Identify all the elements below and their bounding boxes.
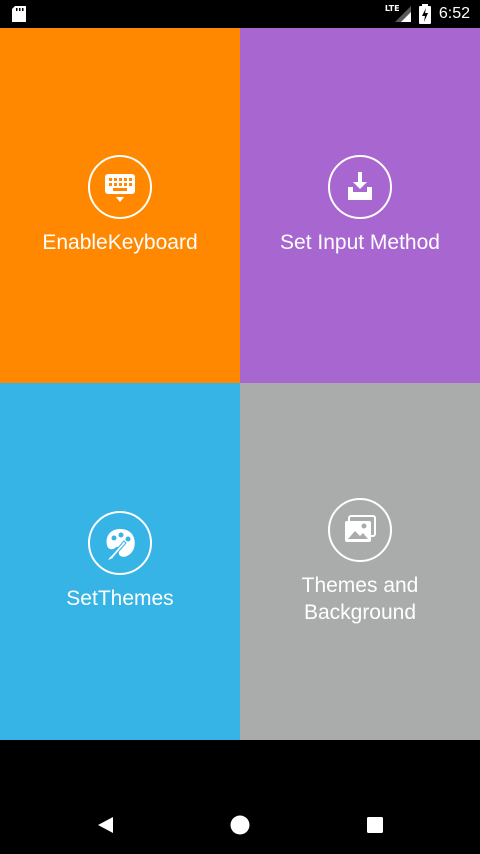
set-themes-tile[interactable]: SetThemes — [0, 383, 240, 740]
images-icon — [328, 497, 392, 562]
themes-and-background-label: Themes and Background — [302, 572, 419, 626]
menu-grid: EnableKeyboard Set Input Method SetTheme… — [0, 28, 480, 740]
recent-square-icon — [367, 817, 383, 833]
back-triangle-icon — [98, 817, 113, 833]
keyboard-icon — [88, 155, 152, 219]
navigation-bar — [0, 740, 480, 854]
download-tray-icon — [328, 155, 392, 219]
recent-apps-button[interactable] — [363, 813, 387, 837]
palette-icon — [88, 511, 152, 575]
set-input-method-tile[interactable]: Set Input Method — [240, 28, 480, 383]
home-circle-icon — [230, 815, 250, 835]
battery-charging-icon — [418, 4, 431, 24]
themes-and-background-line1: Themes and — [301, 573, 419, 597]
themes-and-background-line2: Background — [303, 600, 417, 624]
back-button[interactable] — [93, 813, 117, 837]
status-bar: LTE 6:52 — [0, 0, 480, 28]
enable-keyboard-label: EnableKeyboard — [42, 231, 198, 254]
home-button[interactable] — [228, 813, 252, 837]
set-themes-label: SetThemes — [66, 587, 174, 610]
set-input-method-label: Set Input Method — [280, 231, 440, 254]
clock: 6:52 — [438, 5, 470, 22]
themes-and-background-tile[interactable]: Themes and Background — [240, 383, 480, 740]
enable-keyboard-tile[interactable]: EnableKeyboard — [0, 28, 240, 383]
cell-signal-icon: LTE — [385, 4, 411, 24]
sd-card-icon — [12, 6, 26, 22]
